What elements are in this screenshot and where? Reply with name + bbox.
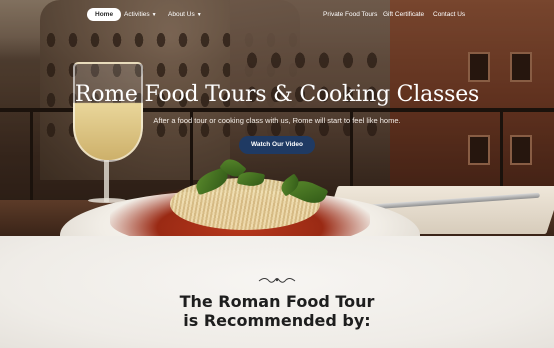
wine-glass-base — [88, 198, 126, 203]
nav-activities[interactable]: Activities ▼ — [124, 8, 157, 21]
recommended-title-line2: is Recommended by: — [183, 311, 371, 330]
recommended-title: The Roman Food Tour is Recommended by: — [0, 292, 554, 330]
wine-glass-stem — [104, 160, 109, 202]
nav-contact[interactable]: Contact Us — [433, 8, 465, 21]
nav-about[interactable]: About Us ▼ — [168, 8, 202, 21]
watch-video-button[interactable]: Watch Our Video — [239, 136, 315, 154]
hero-subtitle: After a food tour or cooking class with … — [153, 116, 401, 125]
nav-private-tours[interactable]: Private Food Tours — [323, 8, 377, 21]
chevron-down-icon: ▼ — [196, 12, 202, 18]
wine-glass — [73, 62, 143, 162]
hero-section: Home Activities ▼ About Us ▼ Private Food … — [0, 0, 554, 236]
recommended-title-line1: The Roman Food Tour — [179, 292, 375, 311]
chevron-down-icon: ▼ — [151, 12, 157, 18]
nav-about-label: About Us — [168, 11, 195, 18]
nav-home[interactable]: Home — [87, 8, 122, 21]
top-navigation: Home Activities ▼ About Us ▼ Private Food … — [0, 0, 554, 28]
hero-title: Rome Food Tours & Cooking Classes — [74, 82, 480, 107]
flourish-ornament-icon — [258, 278, 296, 283]
nav-activities-label: Activities — [124, 11, 150, 18]
nav-gift-certificate[interactable]: Gift Certificate — [383, 8, 424, 21]
